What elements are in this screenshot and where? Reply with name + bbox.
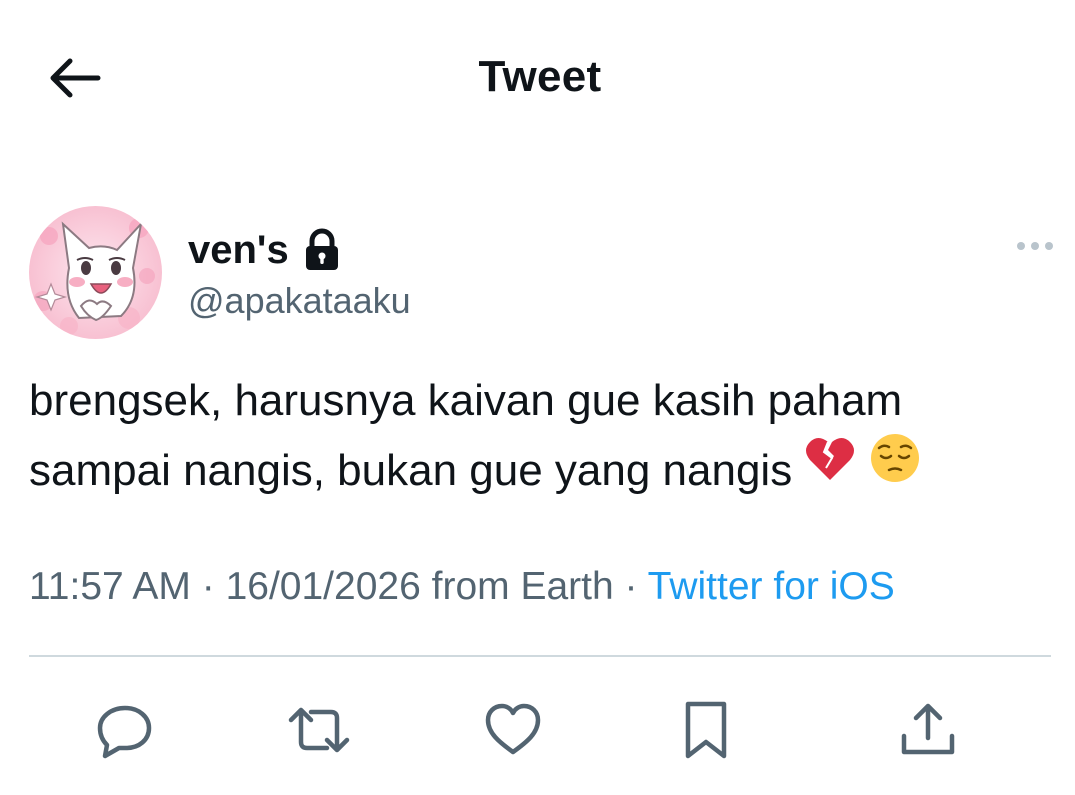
reply-button[interactable] — [93, 698, 157, 762]
tweet-text-line-1: brengsek, harusnya kaivan gue kasih paha… — [29, 376, 903, 425]
action-bar — [0, 690, 1075, 770]
tweet-date: 16/01/2026 — [225, 565, 421, 608]
meta-separator: · — [624, 565, 638, 608]
avatar[interactable] — [29, 206, 162, 339]
reply-icon — [97, 705, 152, 759]
display-name[interactable]: ven's — [188, 228, 289, 273]
tweet-source-link[interactable]: Twitter for iOS — [648, 565, 895, 608]
share-icon — [901, 703, 955, 755]
retweet-button[interactable] — [287, 698, 351, 762]
author-handle[interactable]: @apakataaku — [188, 280, 411, 322]
retweet-icon — [288, 707, 350, 753]
share-button[interactable] — [896, 698, 960, 762]
like-button[interactable] — [481, 698, 545, 762]
more-horizontal-icon — [1017, 242, 1053, 250]
tweet-metadata: 11:57 AM · 16/01/2026 from Earth · Twitt… — [29, 565, 895, 609]
tweet-text-line-2: sampai nangis, bukan gue yang nangis — [29, 446, 793, 495]
author-name-row: ven's — [188, 224, 341, 276]
tweet-location: from Earth — [431, 565, 614, 608]
meta-separator: · — [201, 565, 215, 608]
divider — [29, 655, 1051, 657]
broken-heart-emoji — [804, 433, 856, 503]
lock-icon — [303, 228, 341, 272]
cat-avatar-image — [29, 206, 162, 339]
more-options-button[interactable] — [1005, 228, 1065, 264]
pensive-face-emoji — [869, 432, 921, 505]
tweet-detail: ven's @apakataaku brengsek, harusnya kai… — [0, 0, 1075, 795]
tweet-text: brengsek, harusnya kaivan gue kasih paha… — [29, 366, 1049, 506]
heart-icon — [485, 703, 541, 755]
bookmark-button[interactable] — [674, 698, 738, 762]
bookmark-icon — [685, 701, 727, 759]
tweet-time: 11:57 AM — [29, 565, 191, 608]
tweet-text-line-2-row: sampai nangis, bukan gue yang nangis — [29, 433, 1049, 506]
